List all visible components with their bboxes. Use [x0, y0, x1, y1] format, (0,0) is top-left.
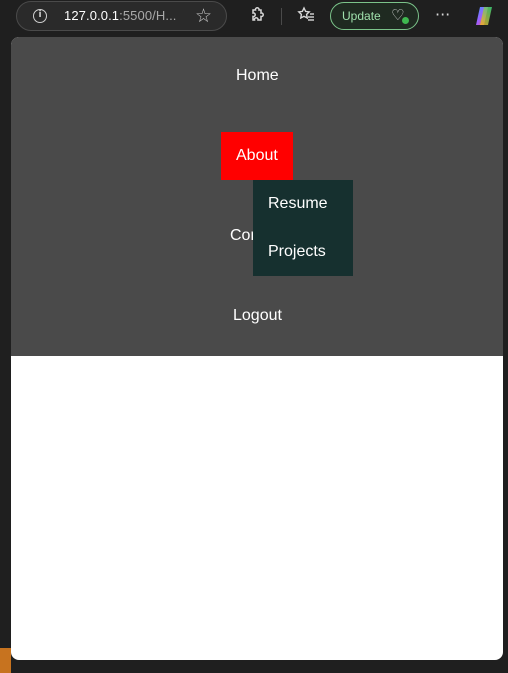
status-dot — [402, 17, 409, 24]
update-button[interactable]: Update ♡ — [330, 2, 419, 30]
favorites-icon[interactable] — [296, 5, 316, 30]
copilot-icon[interactable] — [474, 5, 496, 27]
url-text[interactable]: 127.0.0.1:5500/H... — [64, 8, 177, 23]
browser-toolbar: i 127.0.0.1:5500/H... ☆ Update ♡ ··· — [0, 0, 508, 34]
url-path: :5500/H... — [119, 8, 177, 23]
navbar: Home About Contact Logout Resume Project… — [11, 37, 503, 356]
nav-home-link[interactable]: Home — [236, 67, 279, 85]
update-label: Update — [342, 9, 381, 23]
page-viewport: Home About Contact Logout Resume Project… — [11, 37, 503, 660]
puzzle-icon[interactable] — [247, 5, 267, 30]
ellipsis-icon[interactable]: ··· — [435, 5, 450, 25]
star-icon[interactable]: ☆ — [195, 5, 212, 27]
about-dropdown-menu: Resume Projects — [253, 180, 353, 276]
dropdown-item-resume[interactable]: Resume — [268, 195, 328, 213]
info-icon[interactable]: i — [33, 9, 47, 23]
taskbar-edge — [0, 648, 11, 673]
nav-about-link[interactable]: About — [221, 132, 293, 180]
window-bottom-edge — [0, 660, 508, 673]
nav-logout-link[interactable]: Logout — [233, 307, 282, 325]
toolbar-separator — [281, 8, 282, 25]
url-host: 127.0.0.1 — [64, 8, 120, 23]
dropdown-item-projects[interactable]: Projects — [268, 243, 326, 261]
address-bar[interactable]: i 127.0.0.1:5500/H... ☆ — [16, 1, 227, 31]
